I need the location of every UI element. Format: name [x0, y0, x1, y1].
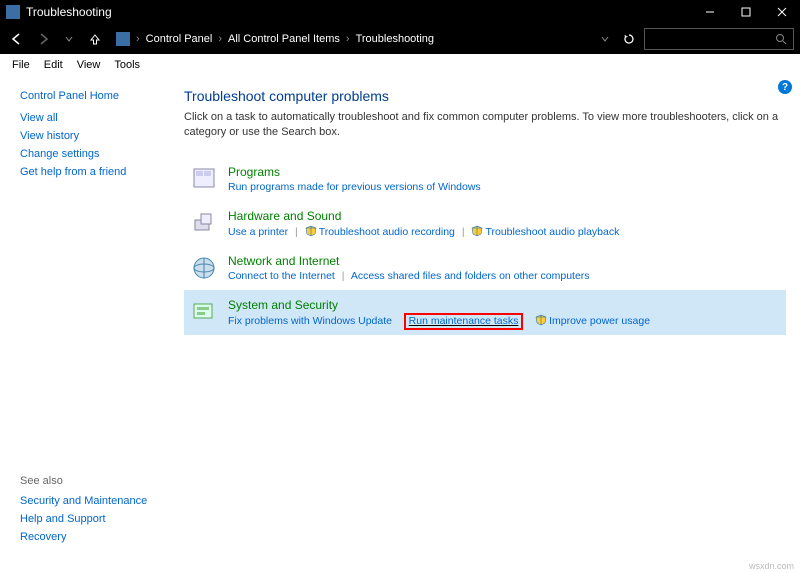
chevron-right-icon: › — [136, 33, 140, 45]
sidebar-get-help[interactable]: Get help from a friend — [20, 166, 160, 178]
back-button[interactable] — [6, 28, 28, 50]
refresh-button[interactable] — [618, 28, 640, 50]
crumb-all-items[interactable]: All Control Panel Items — [228, 33, 340, 45]
sys-link-update[interactable]: Fix problems with Windows Update — [228, 315, 392, 327]
menu-file[interactable]: File — [6, 57, 36, 73]
net-link-connect[interactable]: Connect to the Internet — [228, 270, 335, 282]
menu-view[interactable]: View — [71, 57, 107, 73]
search-icon — [775, 33, 787, 45]
section-programs: Programs Run programs made for previous … — [184, 157, 786, 201]
highlight-box: Run maintenance tasks — [404, 313, 524, 330]
programs-title[interactable]: Programs — [228, 165, 780, 179]
shield-icon — [305, 225, 317, 237]
search-input[interactable] — [644, 28, 794, 50]
sidebar: Control Panel Home View all View history… — [0, 76, 170, 559]
section-hardware: Hardware and Sound Use a printer | Troub… — [184, 201, 786, 246]
breadcrumb[interactable]: › Control Panel › All Control Panel Item… — [116, 32, 590, 46]
seealso-recovery[interactable]: Recovery — [20, 531, 160, 543]
watermark: wsxdn.com — [749, 561, 794, 571]
sys-link-maintenance[interactable]: Run maintenance tasks — [409, 315, 519, 327]
forward-button[interactable] — [32, 28, 54, 50]
seealso-heading: See also — [20, 475, 160, 487]
menu-edit[interactable]: Edit — [38, 57, 69, 73]
shield-icon — [535, 314, 547, 326]
crumb-control-panel[interactable]: Control Panel — [146, 33, 213, 45]
main-content: ? Troubleshoot computer problems Click o… — [170, 76, 800, 559]
up-button[interactable] — [84, 28, 106, 50]
crumb-troubleshooting[interactable]: Troubleshooting — [356, 33, 434, 45]
recent-dropdown[interactable] — [58, 28, 80, 50]
close-button[interactable] — [764, 0, 800, 24]
section-network: Network and Internet Connect to the Inte… — [184, 246, 786, 290]
network-icon — [190, 254, 218, 282]
page-title: Troubleshoot computer problems — [184, 88, 786, 104]
location-icon — [116, 32, 130, 46]
network-title[interactable]: Network and Internet — [228, 254, 780, 268]
chevron-right-icon: › — [218, 33, 222, 45]
address-bar: › Control Panel › All Control Panel Item… — [0, 24, 800, 54]
help-icon[interactable]: ? — [778, 80, 792, 94]
hardware-icon — [190, 209, 218, 237]
sys-link-power[interactable]: Improve power usage — [549, 315, 650, 327]
sidebar-view-all[interactable]: View all — [20, 112, 160, 124]
seealso-help[interactable]: Help and Support — [20, 513, 160, 525]
app-icon — [6, 5, 20, 19]
programs-link-compat[interactable]: Run programs made for previous versions … — [228, 181, 481, 193]
menu-tools[interactable]: Tools — [108, 57, 146, 73]
maximize-button[interactable] — [728, 0, 764, 24]
hardware-title[interactable]: Hardware and Sound — [228, 209, 780, 223]
section-system: System and Security Fix problems with Wi… — [184, 290, 786, 335]
page-description: Click on a task to automatically trouble… — [184, 110, 786, 141]
system-title[interactable]: System and Security — [228, 298, 780, 312]
hw-link-audio-play[interactable]: Troubleshoot audio playback — [485, 226, 619, 238]
sidebar-change-settings[interactable]: Change settings — [20, 148, 160, 160]
programs-icon — [190, 165, 218, 193]
menubar: File Edit View Tools — [0, 54, 800, 76]
system-icon — [190, 298, 218, 326]
minimize-button[interactable] — [692, 0, 728, 24]
net-link-shared[interactable]: Access shared files and folders on other… — [351, 270, 590, 282]
sidebar-view-history[interactable]: View history — [20, 130, 160, 142]
titlebar: Troubleshooting — [0, 0, 800, 24]
sidebar-home[interactable]: Control Panel Home — [20, 90, 160, 102]
chevron-right-icon: › — [346, 33, 350, 45]
hw-link-printer[interactable]: Use a printer — [228, 226, 288, 238]
path-dropdown[interactable] — [594, 28, 616, 50]
shield-icon — [471, 225, 483, 237]
window-title: Troubleshooting — [26, 5, 692, 19]
seealso-security[interactable]: Security and Maintenance — [20, 495, 160, 507]
hw-link-audio-rec[interactable]: Troubleshoot audio recording — [319, 226, 455, 238]
